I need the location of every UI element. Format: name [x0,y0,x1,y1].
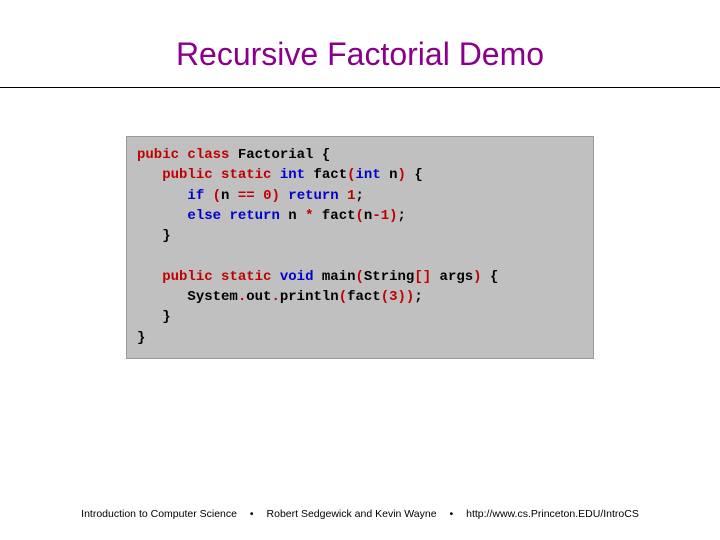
semi: ; [398,208,406,224]
semi: ; [356,188,364,204]
paren: ( [381,289,389,305]
code-block: pubic class Factorial { public static in… [126,136,594,359]
paren: ( [347,167,355,183]
ident: System [187,289,237,305]
op: * [305,208,313,224]
paren: ) [473,269,481,285]
ident: fact [347,289,381,305]
kw: static [221,167,271,183]
kw: int [356,167,381,183]
dot: . [238,289,246,305]
kw: public [162,167,212,183]
footer-course: Introduction to Computer Science [81,508,237,520]
kw: pubic [137,147,179,163]
num: 1 [347,188,355,204]
brace: } [162,228,170,244]
ident: fact [322,208,356,224]
num: 1 [381,208,389,224]
slide-title: Recursive Factorial Demo [0,0,720,87]
ident: args [440,269,474,285]
paren: ) [389,208,397,224]
ident: Factorial [238,147,314,163]
ident: String [364,269,414,285]
kw: int [280,167,305,183]
brace: { [490,269,498,285]
kw: void [280,269,314,285]
paren: ) [398,167,406,183]
brace: { [322,147,330,163]
paren: ( [356,208,364,224]
paren: ) [271,188,279,204]
ident: main [322,269,356,285]
brace: } [162,309,170,325]
paren: ( [213,188,221,204]
ident: println [280,289,339,305]
bullet-icon: • [240,508,264,520]
footer-authors: Robert Sedgewick and Kevin Wayne [267,508,437,520]
op: - [372,208,380,224]
op: == [238,188,255,204]
ident: out [246,289,271,305]
kw: public [162,269,212,285]
paren: ( [339,289,347,305]
kw: return [229,208,279,224]
kw: if [187,188,204,204]
kw: else [187,208,221,224]
ident: n [288,208,296,224]
ident: n [221,188,229,204]
bracket: [] [414,269,431,285]
title-divider [0,87,720,88]
slide-footer: Introduction to Computer Science • Rober… [0,508,720,520]
paren: ( [356,269,364,285]
kw: return [288,188,338,204]
ident: fact [314,167,348,183]
brace: } [137,330,145,346]
bullet-icon: • [440,508,464,520]
dot: . [271,289,279,305]
kw: static [221,269,271,285]
semi: ; [414,289,422,305]
paren: ) [398,289,406,305]
brace: { [414,167,422,183]
kw: class [187,147,229,163]
ident: n [389,167,397,183]
num: 3 [389,289,397,305]
footer-url: http://www.cs.Princeton.EDU/IntroCS [466,508,639,520]
